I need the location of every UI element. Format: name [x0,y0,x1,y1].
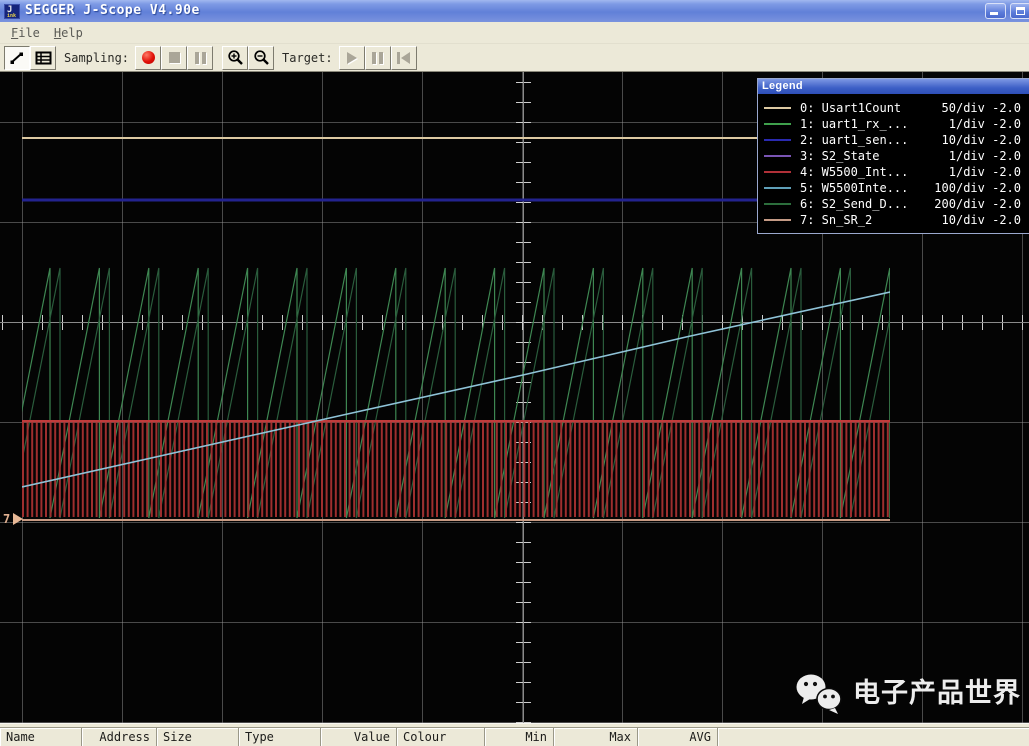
minimize-icon [990,12,998,15]
legend-entry[interactable]: 2: uart1_sen...10/div -2.0 [764,132,1021,148]
zoom-in-icon [227,49,244,66]
legend-channel-name: 6: S2_Send_D... [800,197,934,211]
legend-channel-name: 0: Usart1Count [800,101,942,115]
status-column-type: Type [239,728,321,746]
legend-swatch-icon [764,139,791,141]
legend-title[interactable]: Legend [758,79,1029,94]
plot-area[interactable]: 7 电子产品世界 Legend 0: Usart1Count50/div -2.… [0,72,1029,723]
jlink-app-icon: Jink [4,4,20,19]
legend-swatch-icon [764,187,791,189]
stop-icon [169,52,180,63]
legend-swatch-icon [764,203,791,205]
status-column-filler [718,728,1029,746]
minimize-button[interactable] [985,3,1006,19]
sampling-stop-button[interactable] [161,46,187,70]
status-column-min: Min [485,728,554,746]
legend-entry[interactable]: 7: Sn_SR_210/div -2.0 [764,212,1021,228]
legend-entry[interactable]: 0: Usart1Count50/div -2.0 [764,100,1021,116]
status-column-max: Max [554,728,638,746]
legend-swatch-icon [764,171,791,173]
legend-swatch-icon [764,219,791,221]
legend-channel-name: 1: uart1_rx_... [800,117,949,131]
legend-channel-scale: 200/div -2.0 [934,197,1021,211]
wechat-logo-icon [796,672,844,716]
sampling-pause-button[interactable] [187,46,213,70]
menu-bar: File Help [0,22,1029,44]
legend-swatch-icon [764,107,791,109]
legend-swatch-icon [764,123,791,125]
channel-7-marker-label: 7 [3,512,10,526]
legend-entry[interactable]: 1: uart1_rx_...1/div -2.0 [764,116,1021,132]
play-icon [347,52,357,64]
window-title: SEGGER J-Scope V4.90e [25,0,985,22]
sampling-label: Sampling: [64,51,129,65]
status-bar: NameAddressSizeTypeValueColourMinMaxAVG [0,727,1029,746]
legend-channel-scale: 1/div -2.0 [949,149,1021,163]
status-column-address: Address [82,728,157,746]
legend-channel-name: 7: Sn_SR_2 [800,213,942,227]
sampling-start-button[interactable] [135,46,161,70]
target-play-button[interactable] [339,46,365,70]
zoom-out-button[interactable] [248,46,274,70]
status-column-colour: Colour [397,728,485,746]
legend-swatch-icon [764,155,791,157]
pause-icon [372,52,383,64]
status-column-name: Name [0,728,82,746]
legend-channel-scale: 100/div -2.0 [934,181,1021,195]
table-icon [35,50,52,66]
menu-file[interactable]: File [4,24,47,42]
legend-entries: 0: Usart1Count50/div -2.01: uart1_rx_...… [758,94,1029,233]
watermark: 电子产品世界 [796,672,1021,716]
legend-channel-name: 2: uart1_sen... [800,133,942,147]
watermark-text: 电子产品世界 [853,672,1021,716]
legend-panel[interactable]: Legend 0: Usart1Count50/div -2.01: uart1… [757,78,1029,234]
legend-channel-name: 4: W5500_Int... [800,165,949,179]
graph-view-button[interactable] [4,46,30,70]
toolbar: Sampling: Target: [0,44,1029,72]
legend-channel-scale: 1/div -2.0 [949,165,1021,179]
skip-to-start-icon [397,52,410,64]
trace-W5500_Int... [22,420,890,517]
marker-arrow-icon [13,513,23,525]
legend-entry[interactable]: 5: W5500Inte...100/div -2.0 [764,180,1021,196]
legend-entry[interactable]: 4: W5500_Int...1/div -2.0 [764,164,1021,180]
legend-entry[interactable]: 6: S2_Send_D...200/div -2.0 [764,196,1021,212]
legend-channel-scale: 10/div -2.0 [942,213,1021,227]
zoom-in-button[interactable] [222,46,248,70]
status-column-size: Size [157,728,239,746]
maximize-icon [1016,7,1025,15]
app-window: Jink SEGGER J-Scope V4.90e File Help [0,0,1029,746]
menu-help[interactable]: Help [47,24,90,42]
title-bar[interactable]: Jink SEGGER J-Scope V4.90e [0,0,1029,22]
record-icon [142,51,155,64]
zoom-out-icon [253,49,270,66]
maximize-button[interactable] [1010,3,1029,19]
target-restart-button[interactable] [391,46,417,70]
legend-channel-scale: 50/div -2.0 [942,101,1021,115]
target-label: Target: [282,51,333,65]
legend-channel-name: 5: W5500Inte... [800,181,934,195]
status-column-avg: AVG [638,728,718,746]
pause-icon [195,52,206,64]
legend-channel-scale: 1/div -2.0 [949,117,1021,131]
target-pause-button[interactable] [365,46,391,70]
legend-channel-name: 3: S2_State [800,149,949,163]
channel-7-marker[interactable]: 7 [3,512,23,526]
legend-entry[interactable]: 3: S2_State1/div -2.0 [764,148,1021,164]
status-column-value: Value [321,728,397,746]
table-view-button[interactable] [30,46,56,70]
legend-channel-scale: 10/div -2.0 [942,133,1021,147]
line-chart-icon [9,50,25,66]
